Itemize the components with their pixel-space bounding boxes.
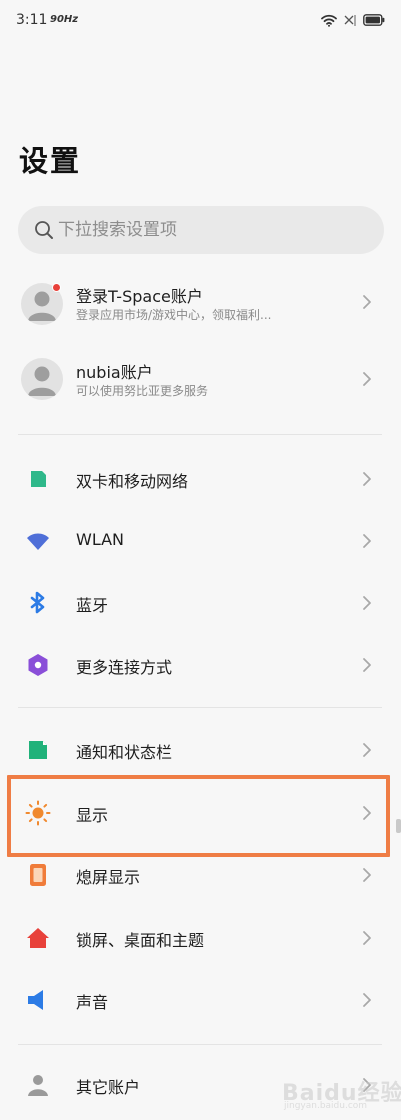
person-icon: [28, 1075, 48, 1096]
menu-item-notifications[interactable]: 通知和状态栏: [0, 729, 401, 771]
search-input[interactable]: [58, 206, 368, 254]
notification-icon: [29, 741, 47, 759]
page-title: 设置: [19, 144, 82, 178]
menu-item-label: 蓝牙: [76, 596, 109, 615]
menu-item-label: 熄屏显示: [76, 868, 141, 887]
bluetooth-icon: [30, 591, 45, 614]
avatar: [21, 358, 63, 400]
account-nubia-row[interactable]: nubia账户 可以使用努比亚更多服务: [0, 352, 401, 408]
status-bar: 3:11 90Hz: [0, 0, 401, 40]
menu-item-sound[interactable]: 声音: [0, 979, 401, 1021]
menu-item-more-connections[interactable]: 更多连接方式: [0, 644, 401, 686]
wifi-icon: [27, 533, 49, 550]
menu-item-label: 双卡和移动网络: [76, 472, 189, 491]
chevron-right-icon: [363, 743, 371, 757]
status-time: 3:11: [16, 12, 48, 28]
search-bar[interactable]: [18, 206, 384, 254]
chevron-right-icon: [363, 658, 371, 672]
battery-icon: [363, 14, 385, 26]
connection-icon: [28, 654, 48, 676]
chevron-right-icon: [363, 534, 371, 548]
menu-item-lockscreen-theme[interactable]: 锁屏、桌面和主题: [0, 917, 401, 959]
menu-item-label: 锁屏、桌面和主题: [76, 931, 205, 950]
home-icon: [27, 928, 49, 948]
menu-item-label: 其它账户: [76, 1078, 141, 1097]
speaker-icon: [28, 990, 43, 1010]
section-divider: [18, 707, 382, 708]
chevron-right-icon: [363, 868, 371, 882]
account-title: nubia账户: [76, 363, 153, 382]
chevron-right-icon: [363, 372, 371, 386]
menu-item-label: 更多连接方式: [76, 658, 173, 677]
status-icons: [321, 12, 385, 28]
refresh-rate-badge: 90Hz: [50, 14, 79, 25]
sim-card-icon: [31, 471, 46, 487]
notification-dot: [52, 283, 61, 292]
chevron-right-icon: [363, 931, 371, 945]
chevron-right-icon: [363, 295, 371, 309]
highlight-annotation-box: [7, 775, 390, 857]
account-title: 登录T-Space账户: [76, 287, 203, 306]
phone-screen-icon: [30, 864, 46, 886]
menu-item-always-on-display[interactable]: 熄屏显示: [0, 854, 401, 896]
watermark-sub-text: jingyan.baidu.com: [284, 1101, 368, 1111]
baidu-watermark: Baidu经验 jingyan.baidu.com: [282, 1071, 401, 1115]
section-divider: [18, 1044, 382, 1045]
default-avatar-icon: [28, 366, 56, 396]
menu-item-dual-sim[interactable]: 双卡和移动网络: [0, 458, 401, 500]
menu-item-bluetooth[interactable]: 蓝牙: [0, 582, 401, 624]
account-subtitle: 可以使用努比亚更多服务: [76, 384, 209, 398]
menu-item-label: WLAN: [76, 530, 125, 549]
signal-status-icon: [344, 14, 356, 26]
search-icon: [35, 221, 53, 239]
menu-item-label: 声音: [76, 993, 109, 1012]
menu-item-label: 通知和状态栏: [76, 743, 173, 762]
account-subtitle: 登录应用市场/游戏中心，领取福利...: [76, 308, 272, 322]
wifi-status-icon: [321, 14, 337, 27]
scrollbar-handle[interactable]: [396, 819, 401, 833]
section-divider: [18, 434, 382, 435]
chevron-right-icon: [363, 993, 371, 1007]
account-tspace-row[interactable]: 登录T-Space账户 登录应用市场/游戏中心，领取福利...: [0, 276, 401, 332]
menu-item-wlan[interactable]: WLAN: [0, 520, 401, 562]
chevron-right-icon: [363, 472, 371, 486]
chevron-right-icon: [363, 596, 371, 610]
